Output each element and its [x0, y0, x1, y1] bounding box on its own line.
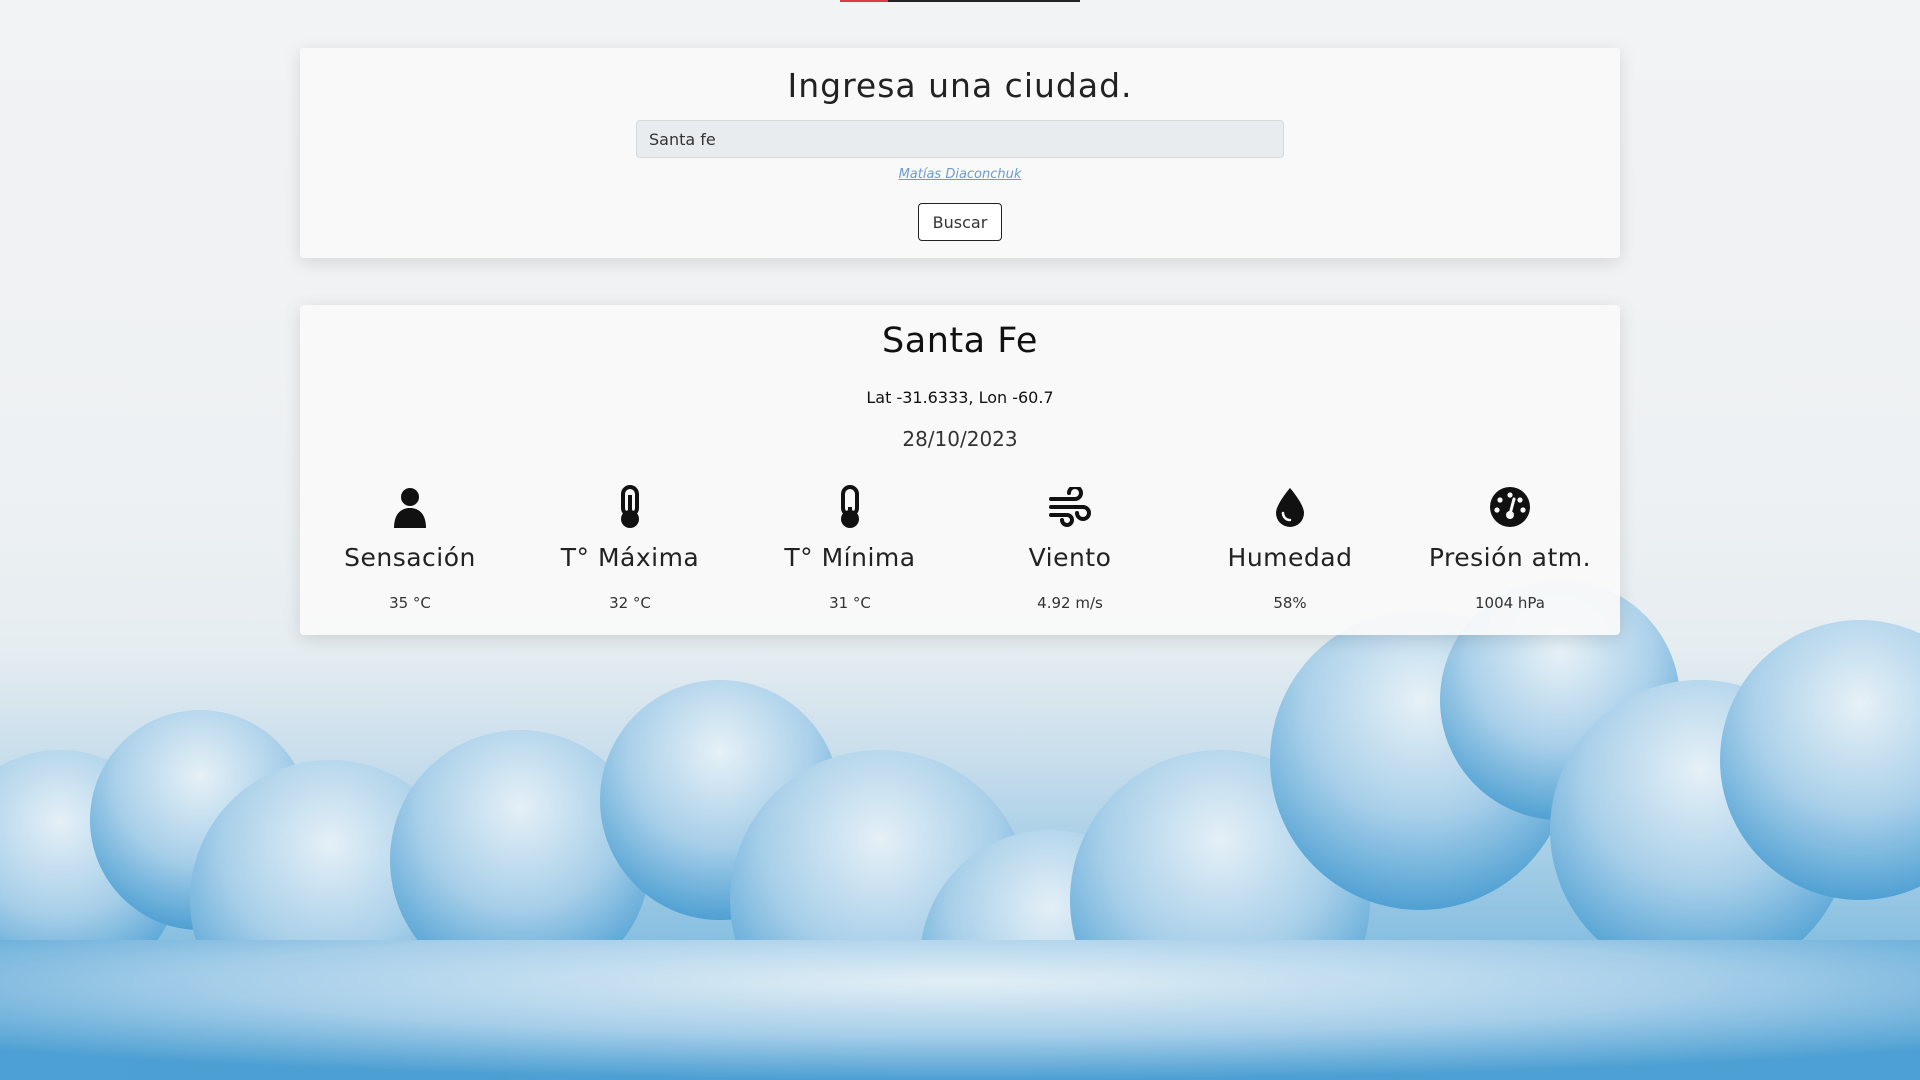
stat-humidity: Humedad 58%	[1180, 485, 1400, 612]
author-link[interactable]: Matías Diaconchuk	[300, 167, 1620, 182]
gauge-icon	[1488, 485, 1532, 529]
stat-value: 58%	[1273, 594, 1307, 612]
stat-value: 4.92 m/s	[1037, 594, 1103, 612]
stat-min-temp: T° Mínima 31 °C	[740, 485, 960, 612]
weather-date: 28/10/2023	[902, 427, 1018, 451]
stat-value: 35 °C	[389, 594, 431, 612]
stat-pressure: Presión atm. 1004 hPa	[1400, 485, 1620, 612]
stat-max-temp: T° Máxima 32 °C	[520, 485, 740, 612]
stat-label: Sensación	[344, 543, 476, 572]
city-name: Santa Fe	[882, 321, 1038, 361]
stat-wind: Viento 4.92 m/s	[960, 485, 1180, 612]
thermometer-low-icon	[828, 485, 872, 529]
weather-card: Santa Fe Lat -31.6333, Lon -60.7 28/10/2…	[300, 305, 1620, 635]
search-card: Ingresa una ciudad. Matías Diaconchuk Bu…	[300, 48, 1620, 258]
stat-label: Humedad	[1227, 543, 1353, 572]
stat-label: T° Máxima	[560, 543, 700, 572]
stat-label: Presión atm.	[1428, 543, 1592, 572]
wind-icon	[1048, 485, 1092, 529]
person-icon	[388, 485, 432, 529]
city-search-input[interactable]	[636, 120, 1284, 158]
top-progress-bar	[840, 0, 1080, 2]
top-progress-accent	[840, 0, 888, 2]
weather-stats: Sensación 35 °C T° Máxima 32 °C T° Mínim…	[300, 485, 1620, 612]
stat-feels-like: Sensación 35 °C	[300, 485, 520, 612]
droplet-icon	[1268, 485, 1312, 529]
stat-value: 32 °C	[609, 594, 651, 612]
stat-value: 1004 hPa	[1474, 594, 1545, 612]
search-button[interactable]: Buscar	[918, 203, 1002, 241]
coordinates: Lat -31.6333, Lon -60.7	[866, 388, 1054, 407]
stat-label: Viento	[1028, 543, 1112, 572]
stat-value: 31 °C	[829, 594, 871, 612]
stat-label: T° Mínima	[784, 543, 916, 572]
thermometer-high-icon	[608, 485, 652, 529]
search-title: Ingresa una ciudad.	[787, 66, 1133, 105]
